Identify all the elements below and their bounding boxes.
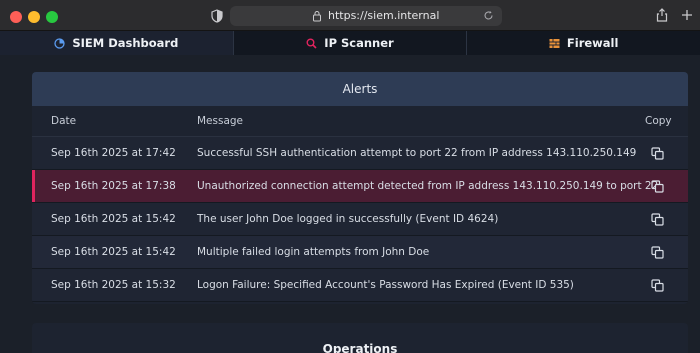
copy-icon[interactable] <box>651 246 664 259</box>
table-row[interactable]: Sep 16th 2025 at 15:42 Multiple failed l… <box>32 236 688 269</box>
copy-icon[interactable] <box>651 279 664 292</box>
search-icon <box>306 38 317 49</box>
table-row[interactable]: Sep 16th 2025 at 17:42 Successful SSH au… <box>32 137 688 170</box>
alert-date: Sep 16th 2025 at 15:32 <box>51 279 176 291</box>
copy-icon[interactable] <box>651 213 664 226</box>
close-window-button[interactable] <box>10 11 22 23</box>
app-tabs: SIEM Dashboard IP Scanner Firewall <box>0 31 700 55</box>
alert-message: Unauthorized connection attempt detected… <box>197 180 659 192</box>
table-row[interactable]: Sep 16th 2025 at 17:38 Unauthorized conn… <box>32 170 688 203</box>
alert-date: Sep 16th 2025 at 15:42 <box>51 213 176 225</box>
alert-date: Sep 16th 2025 at 17:38 <box>51 180 176 192</box>
tab-siem-dashboard[interactable]: SIEM Dashboard <box>0 31 234 55</box>
tab-firewall[interactable]: Firewall <box>467 31 700 55</box>
alert-message: Successful SSH authentication attempt to… <box>197 147 637 159</box>
alert-date: Sep 16th 2025 at 15:42 <box>51 246 176 258</box>
address-bar[interactable]: https://siem.internal <box>230 6 502 26</box>
reload-icon[interactable] <box>483 10 494 21</box>
alerts-title: Alerts <box>342 82 378 96</box>
operations-title: Operations <box>322 342 398 353</box>
tab-ip-scanner[interactable]: IP Scanner <box>233 31 468 55</box>
operations-card: Operations <box>32 323 688 353</box>
column-date[interactable]: Date <box>51 115 76 127</box>
share-icon[interactable] <box>656 8 668 22</box>
new-tab-icon[interactable] <box>681 9 693 21</box>
firewall-icon <box>549 38 560 48</box>
alert-message: Multiple failed login attempts from John… <box>197 246 430 258</box>
dashboard-icon <box>54 37 65 49</box>
address-url[interactable]: https://siem.internal <box>328 8 439 24</box>
shield-icon[interactable] <box>211 9 223 23</box>
column-message[interactable]: Message <box>197 115 243 127</box>
alert-message: The user John Doe logged in successfully… <box>197 213 499 225</box>
browser-titlebar: https://siem.internal <box>0 0 700 31</box>
maximize-window-button[interactable] <box>46 11 58 23</box>
table-row[interactable]: Sep 16th 2025 at 15:32 Logon Failure: Sp… <box>32 269 688 302</box>
alert-message: Logon Failure: Specified Account's Passw… <box>197 279 574 291</box>
copy-icon[interactable] <box>651 147 664 160</box>
alert-date: Sep 16th 2025 at 17:42 <box>51 147 176 159</box>
lock-icon <box>313 11 321 22</box>
alerts-card: Alerts Date Message Copy Sep 16th 2025 a… <box>32 72 688 304</box>
alerts-table-header: Date Message Copy <box>32 106 688 137</box>
tab-label: IP Scanner <box>324 36 394 50</box>
minimize-window-button[interactable] <box>28 11 40 23</box>
copy-icon[interactable] <box>651 180 664 193</box>
table-row[interactable]: Sep 16th 2025 at 15:42 The user John Doe… <box>32 203 688 236</box>
tab-label: SIEM Dashboard <box>72 36 179 50</box>
column-copy: Copy <box>645 115 672 127</box>
tab-label: Firewall <box>566 36 619 50</box>
alerts-header: Alerts <box>32 72 688 106</box>
